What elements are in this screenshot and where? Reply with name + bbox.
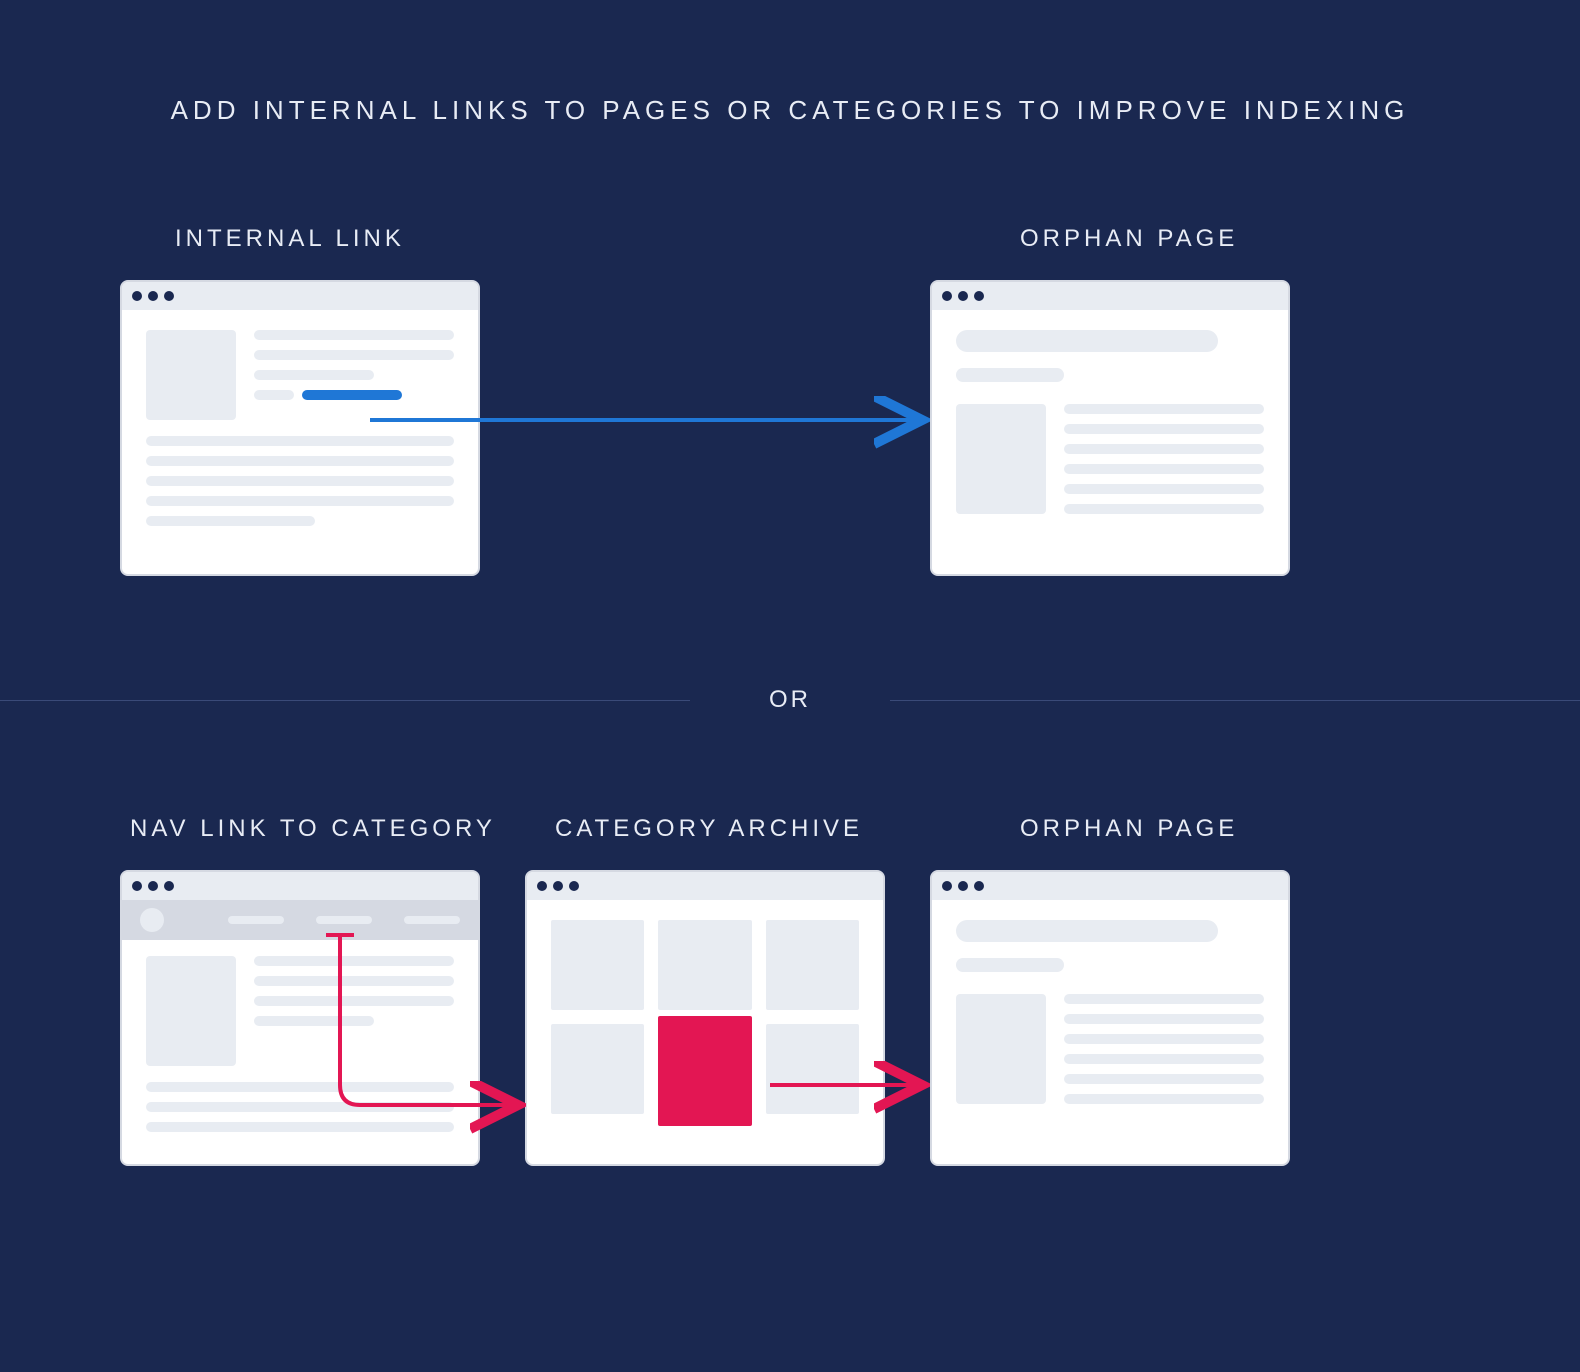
window-orphan-page-top [930,280,1290,576]
text-line [254,976,454,986]
label-category-archive: CATEGORY ARCHIVE [555,815,863,843]
window-dot-icon [974,881,984,891]
diagram-title: ADD INTERNAL LINKS TO PAGES OR CATEGORIE… [0,95,1580,126]
text-line [146,1122,454,1132]
grid-tile [551,920,644,1010]
text-line [1064,1014,1264,1024]
text-line [146,496,454,506]
window-dot-icon [553,881,563,891]
window-nav-link [120,870,480,1166]
window-dot-icon [942,291,952,301]
title-placeholder [956,330,1218,352]
nav-item [228,916,284,924]
label-internal-link: INTERNAL LINK [175,225,405,253]
label-nav-link: NAV LINK TO CATEGORY [130,815,496,843]
text-line [254,390,294,400]
window-chrome [122,872,478,900]
text-line [1064,444,1264,454]
window-dot-icon [148,881,158,891]
text-line [1064,424,1264,434]
text-line [146,436,454,446]
text-line [254,350,454,360]
text-line [254,996,454,1006]
title-placeholder [956,920,1218,942]
subtitle-placeholder [956,368,1064,382]
label-orphan-page-bottom: ORPHAN PAGE [1020,815,1238,843]
window-dot-icon [164,291,174,301]
window-chrome [932,282,1288,310]
nav-item [404,916,460,924]
text-line [1064,464,1264,474]
text-line [146,1082,454,1092]
window-dot-icon [537,881,547,891]
thumbnail-placeholder [956,994,1046,1104]
window-dot-icon [148,291,158,301]
window-dot-icon [164,881,174,891]
text-line [146,516,315,526]
grid-tile [551,1024,644,1114]
thumbnail-placeholder [146,956,236,1066]
window-category-archive [525,870,885,1166]
grid-tile [766,1024,859,1114]
text-line [1064,1054,1264,1064]
window-chrome [932,872,1288,900]
window-dot-icon [132,881,142,891]
thumbnail-placeholder [146,330,236,420]
text-line [254,330,454,340]
grid-tile [658,920,751,1010]
window-dot-icon [958,291,968,301]
nav-item [316,916,372,924]
text-line [1064,1094,1264,1104]
window-dot-icon [942,881,952,891]
text-line [146,476,454,486]
nav-bar [122,900,478,940]
window-orphan-page-bottom [930,870,1290,1166]
grid-tile-highlighted [658,1016,751,1126]
window-chrome [122,282,478,310]
text-line [1064,994,1264,1004]
window-dot-icon [958,881,968,891]
window-internal-link-source [120,280,480,576]
text-line [1064,1034,1264,1044]
subtitle-placeholder [956,958,1064,972]
text-line [146,456,454,466]
text-line [1064,504,1264,514]
text-line [254,1016,374,1026]
text-line [146,1102,454,1112]
window-chrome [527,872,883,900]
label-orphan-page-top: ORPHAN PAGE [1020,225,1238,253]
text-line [1064,484,1264,494]
logo-placeholder [140,908,164,932]
text-line [1064,404,1264,414]
or-separator: OR [0,686,1580,714]
grid-tile [766,920,859,1010]
window-dot-icon [132,291,142,301]
thumbnail-placeholder [956,404,1046,514]
text-line [254,956,454,966]
window-dot-icon [569,881,579,891]
internal-link-highlight [302,390,402,400]
text-line [1064,1074,1264,1084]
window-dot-icon [974,291,984,301]
text-line [254,370,374,380]
